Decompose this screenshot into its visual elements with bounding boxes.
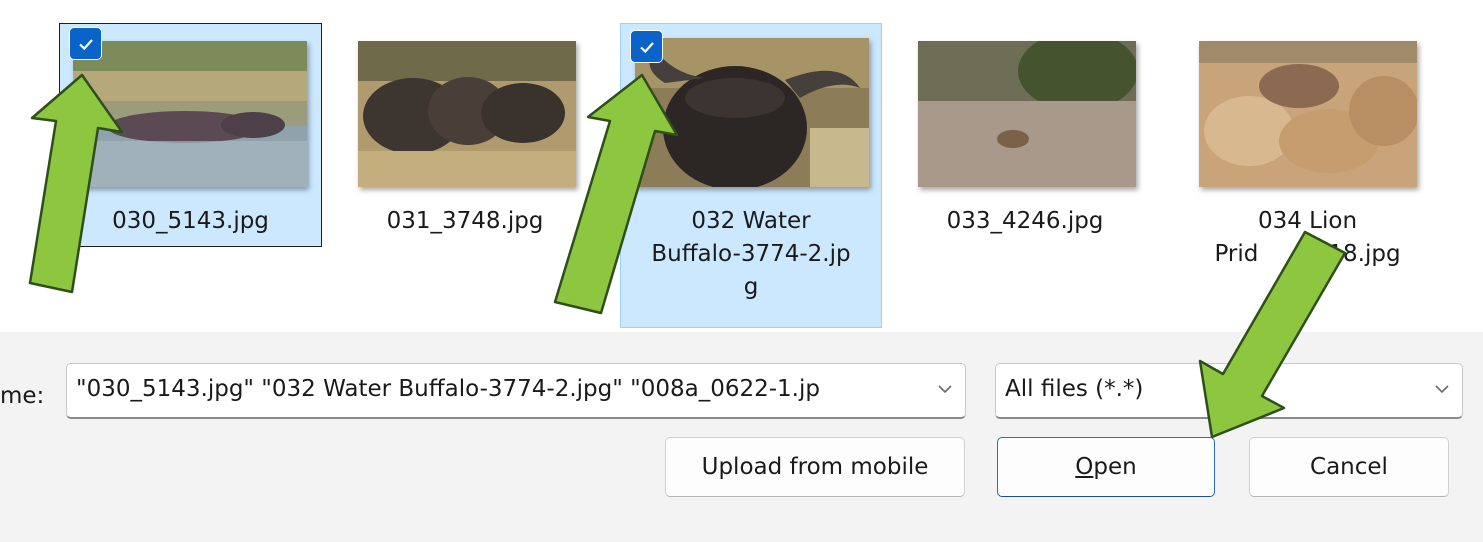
filename-combobox[interactable]: "030_5143.jpg" "032 Water Buffalo-3774-2… (66, 363, 966, 419)
file-name-line-1: 034 Lion (1257, 208, 1358, 234)
chevron-down-icon[interactable] (937, 383, 953, 395)
file-name-line-2-left: Prid (1214, 241, 1259, 267)
chevron-down-icon[interactable] (1434, 383, 1450, 395)
filetype-select[interactable]: All files (*.*) (995, 363, 1463, 419)
file-name-line-2-right: 18.jpg (1328, 241, 1401, 267)
thumbnail-hippo (73, 41, 307, 187)
file-name-line-2: Prid 18.jpg (1181, 239, 1434, 270)
file-tile-032-water-buffalo[interactable]: 032 Water Buffalo-3774-2.jp g (620, 23, 882, 328)
filename-input[interactable]: "030_5143.jpg" "032 Water Buffalo-3774-2… (76, 376, 925, 402)
open-label: pen (1093, 454, 1137, 480)
file-name-line-3: g (743, 274, 759, 300)
file-name: 030_5143.jpg (112, 208, 269, 234)
cancel-button[interactable]: Cancel (1249, 437, 1449, 497)
filename-label: me: (0, 383, 45, 409)
file-grid: 030_5143.jpg 031_3748.jpg 032 Water Buff… (0, 0, 1483, 332)
check-icon[interactable] (630, 30, 663, 63)
file-tile-033_4246[interactable]: 033_4246.jpg (900, 23, 1150, 247)
thumbnail-savanna (918, 41, 1136, 187)
file-name: 033_4246.jpg (946, 208, 1104, 234)
check-icon[interactable] (69, 27, 102, 60)
dialog-footer: me: "030_5143.jpg" "032 Water Buffalo-37… (0, 332, 1483, 542)
file-name: 031_3748.jpg (386, 208, 544, 234)
thumbnail-lion-pride (1199, 41, 1417, 187)
file-name-line-1: 032 Water (691, 208, 811, 234)
thumbnail-buffalo-herd (358, 41, 576, 187)
upload-from-mobile-button[interactable]: Upload from mobile (665, 437, 965, 497)
open-button[interactable]: Open (997, 437, 1215, 497)
thumbnail-water-buffalo (635, 38, 869, 187)
file-tile-034-lion-pride[interactable]: 034 Lion Prid 18.jpg (1180, 23, 1435, 293)
open-mnemonic: O (1075, 454, 1094, 480)
file-tile-031_3748[interactable]: 031_3748.jpg (340, 23, 590, 247)
file-name-line-2: Buffalo-3774-2.jp (651, 241, 851, 267)
filetype-value: All files (*.*) (1005, 376, 1144, 402)
